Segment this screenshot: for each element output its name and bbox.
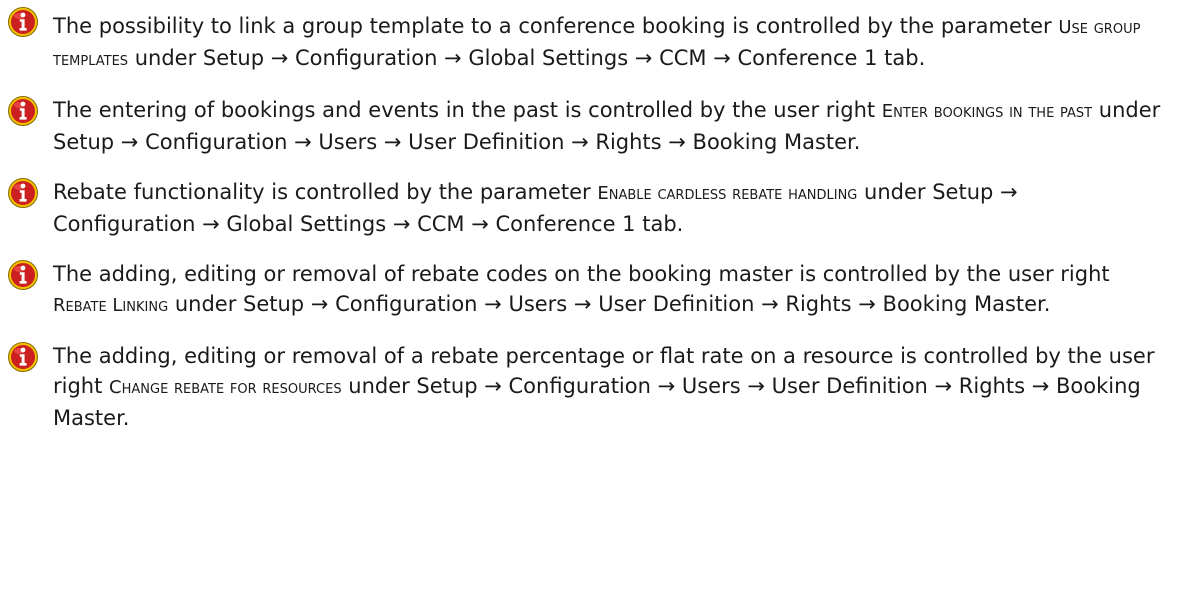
info-icon (8, 7, 38, 37)
info-note: The adding, editing or removal of rebate… (0, 259, 1183, 321)
note-text: The adding, editing or removal of rebate… (53, 262, 1110, 316)
info-note: Rebate functionality is controlled by th… (0, 177, 1183, 239)
user-right-name: Rebate Linking (53, 295, 169, 316)
info-icon (8, 260, 38, 290)
note-text: Rebate functionality is controlled by th… (53, 180, 1018, 236)
note-text: The adding, editing or removal of a reba… (53, 344, 1155, 430)
info-notes-list: The possibility to link a group template… (0, 0, 1183, 433)
info-note: The entering of bookings and events in t… (0, 95, 1183, 157)
info-note: The adding, editing or removal of a reba… (0, 341, 1183, 433)
parameter-name: Enable cardless rebate handling (597, 183, 858, 204)
user-right-name: Change rebate for resources (109, 377, 342, 398)
note-text: The possibility to link a group template… (53, 14, 1141, 70)
note-text: The entering of bookings and events in t… (53, 98, 1161, 154)
info-icon (8, 178, 38, 208)
info-note: The possibility to link a group template… (0, 0, 1183, 75)
user-right-name: Enter bookings in the past (881, 101, 1093, 122)
info-icon (8, 96, 38, 126)
info-icon (8, 342, 38, 372)
